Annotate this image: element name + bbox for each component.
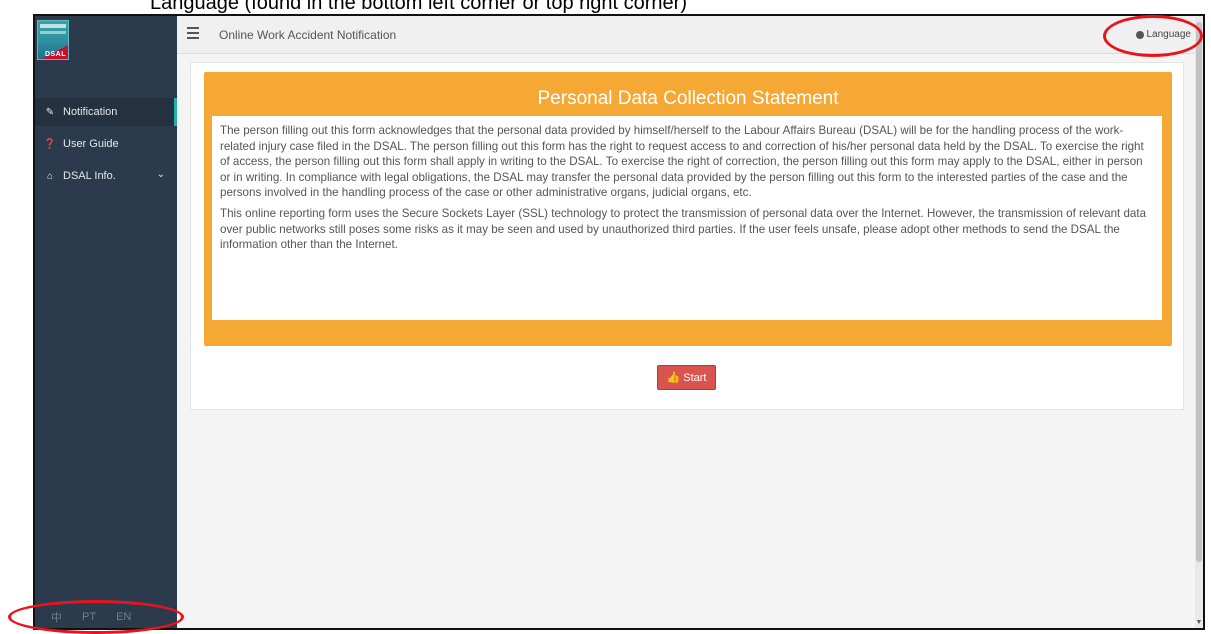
sidebar-item-dsal-info[interactable]: ⌂ DSAL Info. ⌄: [35, 162, 177, 190]
content-panel: Personal Data Collection Statement The p…: [190, 62, 1184, 410]
logo-text: DSAL: [44, 51, 66, 58]
sidebar-item-label: DSAL Info.: [63, 170, 116, 182]
sidebar: DSAL ✎ Notification ❓ User Guide ⌂ DSAL …: [35, 16, 177, 628]
sidebar-item-label: User Guide: [63, 138, 119, 150]
language-option-chinese[interactable]: 中: [51, 609, 62, 625]
top-bar: Online Work Accident Notification Langua…: [177, 16, 1203, 54]
language-button[interactable]: Language: [1135, 29, 1192, 40]
globe-icon: [1135, 30, 1144, 39]
chevron-down-icon: ⌄: [156, 169, 165, 180]
language-option-en[interactable]: EN: [116, 611, 131, 623]
caption-text: Language (found in the bottom left corne…: [150, 0, 687, 14]
start-button[interactable]: 👍 Start: [657, 365, 716, 390]
statement-body: The person filling out this form acknowl…: [212, 116, 1162, 320]
statement-paragraph: The person filling out this form acknowl…: [220, 124, 1144, 200]
sidebar-item-user-guide[interactable]: ❓ User Guide: [35, 130, 177, 158]
scroll-down-arrow-icon[interactable]: ▼: [1195, 619, 1203, 626]
language-switcher: 中 PT EN: [35, 606, 177, 628]
language-option-pt[interactable]: PT: [82, 611, 96, 623]
statement-box: Personal Data Collection Statement The p…: [204, 72, 1172, 346]
scrollbar[interactable]: ▼: [1195, 16, 1203, 628]
thumbs-up-icon: 👍: [666, 372, 681, 384]
dsal-logo[interactable]: DSAL: [37, 20, 69, 60]
question-circle-icon: ❓: [43, 138, 57, 150]
browser-frame: DSAL ✎ Notification ❓ User Guide ⌂ DSAL …: [33, 14, 1205, 630]
scrollbar-thumb[interactable]: [1196, 22, 1202, 562]
sidebar-item-label: Notification: [63, 106, 118, 118]
home-icon: ⌂: [46, 170, 54, 182]
start-button-label: Start: [683, 371, 707, 384]
statement-paragraph: This online reporting form uses the Secu…: [220, 206, 1147, 252]
app-title: Online Work Accident Notification: [219, 28, 397, 42]
statement-title: Personal Data Collection Statement: [537, 88, 839, 109]
menu-toggle-icon[interactable]: [187, 27, 199, 39]
edit-icon: ✎: [45, 106, 55, 118]
sidebar-item-notification[interactable]: ✎ Notification: [35, 98, 177, 126]
language-label: Language: [1146, 29, 1192, 40]
top-caption: Language (found in the bottom left corne…: [0, 0, 1211, 14]
